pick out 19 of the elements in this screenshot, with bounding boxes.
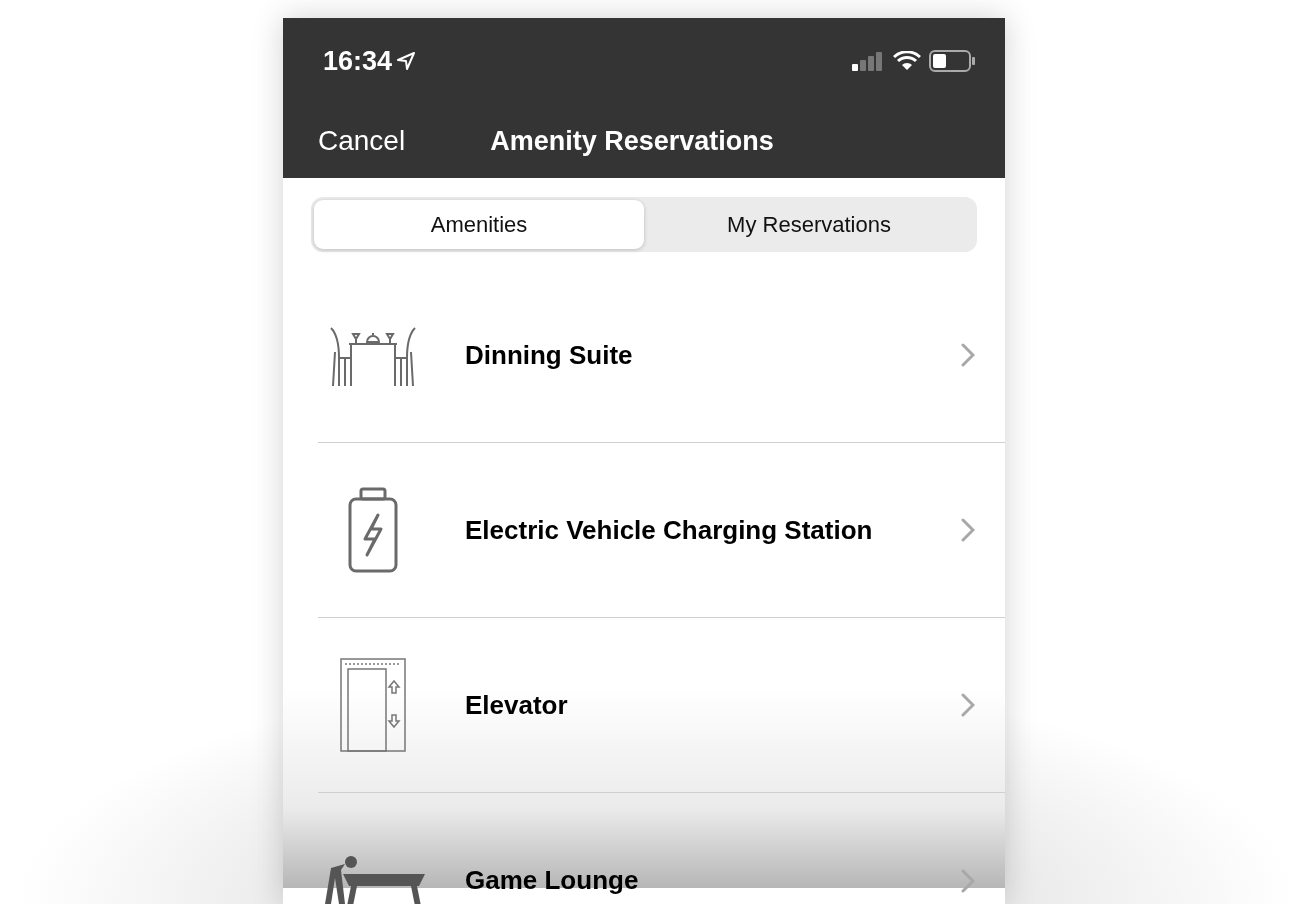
status-time: 16:34 xyxy=(323,44,393,78)
chevron-icon xyxy=(961,518,975,542)
wifi-icon xyxy=(893,51,921,71)
battery-charging-icon xyxy=(347,487,399,573)
amenity-name[interactable]: Game Lounge xyxy=(465,861,961,900)
amenity-name[interactable]: Elevator xyxy=(465,685,961,725)
chevron-icon xyxy=(961,868,975,893)
segment-tab[interactable]: My Reservations xyxy=(644,200,974,249)
chevron-icon xyxy=(961,343,975,367)
signal-icon xyxy=(851,51,885,71)
segment-tab[interactable]: Amenities xyxy=(314,200,644,249)
amenity-name[interactable]: Electric Vehicle Charging Station xyxy=(465,510,961,550)
cancel-button[interactable]: Cancel xyxy=(318,120,406,162)
elevator-icon xyxy=(339,657,407,753)
screen-title: Amenity Reservations xyxy=(490,124,774,158)
amenity-name[interactable]: Dinning Suite xyxy=(465,335,961,375)
chevron-icon xyxy=(961,693,975,717)
battery-icon xyxy=(929,50,975,72)
location-arrow-icon xyxy=(396,51,417,71)
